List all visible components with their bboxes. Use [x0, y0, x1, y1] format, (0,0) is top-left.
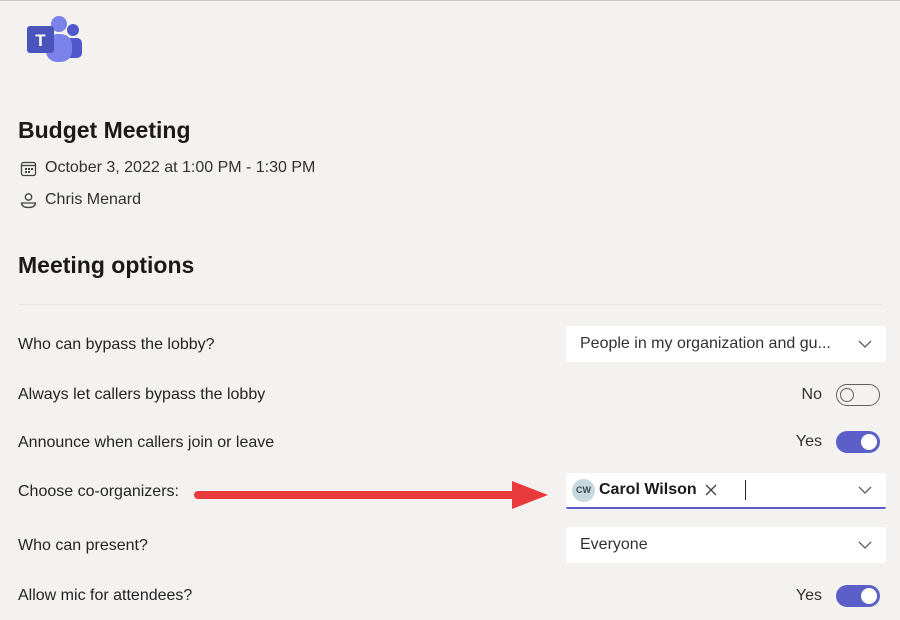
- option-allow-mic: Allow mic for attendees?: [18, 578, 886, 614]
- allow-mic-label: Allow mic for attendees?: [18, 587, 193, 604]
- callers-bypass-state: No: [801, 386, 822, 403]
- callers-bypass-toggle[interactable]: [836, 384, 880, 406]
- svg-text:T: T: [35, 31, 46, 50]
- chevron-down-icon[interactable]: [858, 485, 872, 495]
- toggle-knob: [861, 434, 877, 450]
- teams-logo-icon: T: [26, 13, 84, 65]
- option-announce-callers: Announce when callers join or leave: [18, 425, 886, 461]
- callers-bypass-toggle-group: No: [802, 384, 880, 406]
- announce-callers-toggle-group: Yes: [796, 431, 880, 453]
- announce-callers-state: Yes: [795, 433, 822, 450]
- person-icon: [18, 190, 38, 210]
- bypass-lobby-label: Who can bypass the lobby?: [18, 336, 215, 353]
- allow-mic-toggle[interactable]: [836, 585, 880, 607]
- co-organizers-picker[interactable]: CW Carol Wilson: [566, 473, 886, 509]
- meeting-datetime-text: October 3, 2022 at 1:00 PM - 1:30 PM: [45, 159, 316, 176]
- announce-callers-toggle[interactable]: [836, 431, 880, 453]
- who-can-present-dropdown[interactable]: Everyone: [566, 527, 886, 563]
- chevron-down-icon: [858, 340, 872, 348]
- allow-mic-state: Yes: [795, 587, 822, 604]
- annotation-arrow: [194, 481, 548, 509]
- text-caret: [744, 480, 746, 500]
- calendar-icon: [18, 158, 38, 178]
- meeting-title: Budget Meeting: [18, 117, 191, 143]
- callers-bypass-label: Always let callers bypass the lobby: [18, 386, 266, 403]
- option-callers-bypass: Always let callers bypass the lobby: [18, 377, 886, 413]
- remove-icon[interactable]: [705, 484, 717, 496]
- co-organizer-chip: CW Carol Wilson: [572, 478, 717, 502]
- toggle-knob: [861, 588, 877, 604]
- section-divider: [18, 304, 882, 305]
- allow-mic-toggle-group: Yes: [796, 585, 880, 607]
- co-organizer-name: Carol Wilson: [599, 481, 697, 498]
- announce-callers-label: Announce when callers join or leave: [18, 434, 275, 451]
- bypass-lobby-dropdown[interactable]: People in my organization and gu...: [566, 326, 886, 362]
- meeting-options-heading: Meeting options: [18, 252, 195, 278]
- who-can-present-label: Who can present?: [18, 537, 148, 554]
- toggle-knob: [840, 387, 854, 402]
- meeting-datetime: October 3, 2022 at 1:00 PM - 1:30 PM: [18, 158, 315, 178]
- avatar: CW: [572, 478, 595, 502]
- who-can-present-value: Everyone: [580, 536, 648, 553]
- chevron-down-icon: [858, 541, 872, 549]
- co-organizers-label: Choose co-organizers:: [18, 483, 179, 500]
- organizer-name: Chris Menard: [45, 191, 142, 208]
- meeting-organizer: Chris Menard: [18, 190, 141, 210]
- bypass-lobby-value: People in my organization and gu...: [580, 335, 831, 352]
